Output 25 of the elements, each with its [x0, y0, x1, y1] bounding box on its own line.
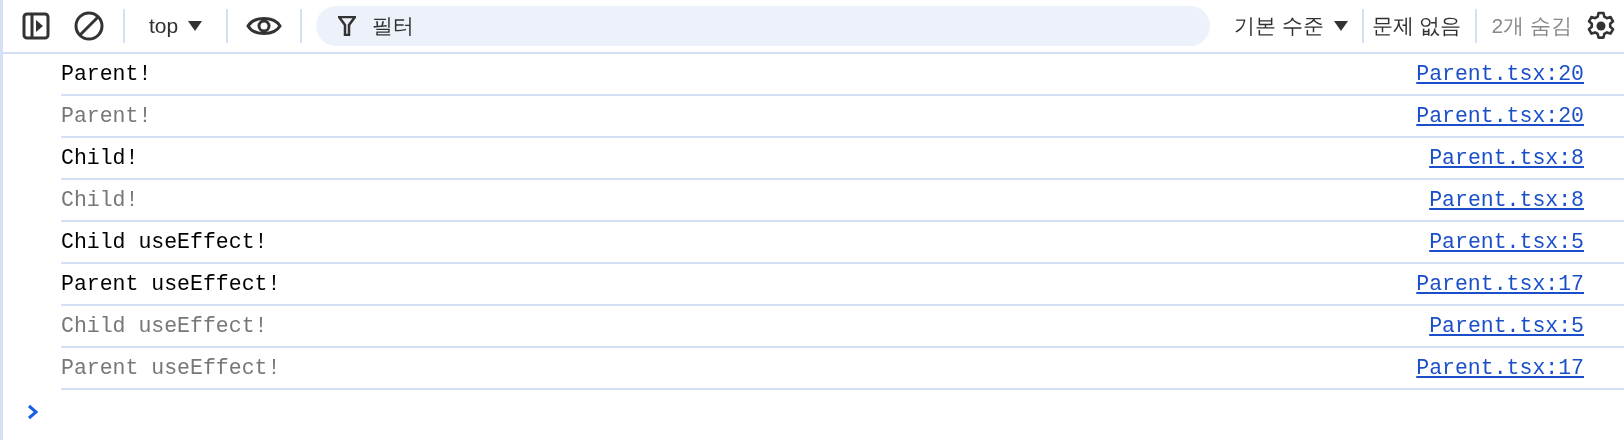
log-message: Parent! — [61, 62, 152, 86]
context-dropdown[interactable]: top — [139, 10, 213, 42]
filter-field[interactable]: 필터 — [316, 6, 1210, 46]
log-message: Parent useEffect! — [61, 272, 281, 296]
levels-dropdown[interactable]: 기본 수준 — [1233, 8, 1348, 44]
source-link[interactable]: Parent.tsx:20 — [1416, 62, 1584, 86]
caret-icon — [1333, 21, 1348, 31]
source-link[interactable]: Parent.tsx:8 — [1429, 188, 1584, 212]
settings-icon[interactable] — [1586, 11, 1616, 41]
log-message: Child! — [61, 146, 139, 170]
source-link[interactable]: Parent.tsx:8 — [1429, 146, 1584, 170]
issues-label: 문제 없음 — [1371, 13, 1462, 39]
caret-icon — [188, 21, 203, 31]
source-link[interactable]: Parent.tsx:5 — [1429, 230, 1584, 254]
prompt-chevron-icon[interactable] — [27, 404, 39, 420]
source-link[interactable]: Parent.tsx:5 — [1429, 314, 1584, 338]
log-message: Parent! — [61, 104, 152, 128]
source-link[interactable]: Parent.tsx:17 — [1416, 272, 1584, 296]
source-link[interactable]: Parent.tsx:17 — [1416, 356, 1584, 380]
hidden-count: 2개 숨김 — [1491, 13, 1572, 39]
log-message: Parent useEffect! — [61, 356, 281, 380]
source-link[interactable]: Parent.tsx:20 — [1416, 104, 1584, 128]
log-message: Child useEffect! — [61, 314, 268, 338]
log-message: Child! — [61, 188, 139, 212]
log-message: Child useEffect! — [61, 230, 268, 254]
